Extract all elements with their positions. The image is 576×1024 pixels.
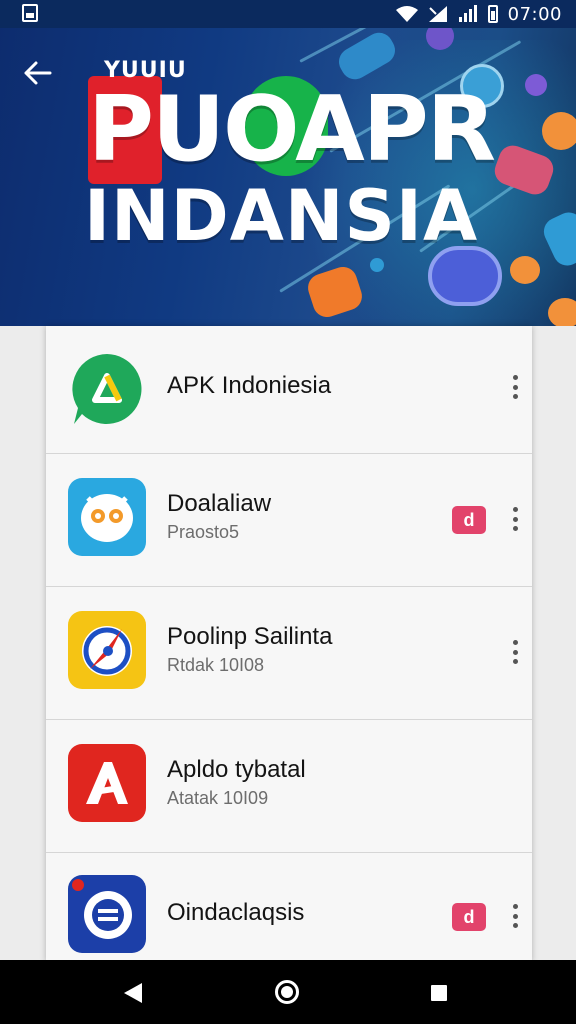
app-list: APK Indoniesia Doalaliaw Praosto5 d Pool… <box>46 326 532 962</box>
status-icons: 07:00 <box>395 2 562 26</box>
owl-face-icon <box>68 478 146 556</box>
app-subtitle: Atatak 10I09 <box>167 788 269 808</box>
nav-recents-icon[interactable] <box>431 985 447 1001</box>
app-badge: d <box>452 506 486 534</box>
banner-decoration-icon <box>510 256 540 284</box>
more-options-button[interactable] <box>506 901 524 931</box>
ring-e-icon <box>68 875 146 953</box>
back-button[interactable] <box>18 56 58 90</box>
status-bar: 07:00 <box>0 0 576 28</box>
banner-decoration-icon <box>548 298 576 326</box>
list-item[interactable]: Oindaclaqsis d <box>46 853 532 962</box>
app-name: APK Indoniesia <box>167 372 332 399</box>
app-name: Apldo tybatal <box>167 756 306 783</box>
list-item[interactable]: Apldo tybatal Atatak 10I09 <box>46 720 532 853</box>
list-item[interactable]: Poolinp Sailinta Rtdak 10I08 <box>46 587 532 720</box>
letter-a-icon <box>68 744 146 822</box>
wifi-icon <box>395 6 418 22</box>
header-banner: YUUIU PUOAPR INDANSIA <box>0 0 576 326</box>
wifi-signal-icon <box>428 6 447 22</box>
banner-decoration-icon <box>542 112 576 150</box>
signal-icon <box>458 5 477 22</box>
more-options-button[interactable] <box>506 372 524 402</box>
list-item[interactable]: APK Indoniesia <box>46 326 532 454</box>
list-item[interactable]: Doalaliaw Praosto5 d <box>46 454 532 587</box>
app-name: Poolinp Sailinta <box>167 623 333 650</box>
nav-back-icon[interactable] <box>122 982 146 1004</box>
banner-decoration-icon <box>525 74 547 96</box>
banner-decoration-icon <box>370 258 384 272</box>
nav-home-icon[interactable] <box>275 980 299 1004</box>
app-name: Doalaliaw <box>167 490 272 517</box>
more-options-button[interactable] <box>506 637 524 667</box>
battery-icon <box>487 5 498 23</box>
status-time: 07:00 <box>507 3 562 25</box>
app-subtitle: Praosto5 <box>167 522 240 542</box>
app-badge: d <box>452 903 486 931</box>
app-subtitle: Rtdak 10I08 <box>167 655 265 675</box>
banner-title-line2: INDANSIA <box>84 175 479 257</box>
banner-title-line1: PUOAPR <box>88 77 496 182</box>
app-name: Oindaclaqsis <box>167 899 305 926</box>
more-options-button[interactable] <box>506 504 524 534</box>
arrow-left-icon <box>24 61 52 85</box>
notification-image-icon <box>22 4 38 22</box>
green-drive-bubble-icon <box>68 350 146 428</box>
navigation-bar <box>0 960 576 1024</box>
banner-small-text: YUUIU <box>104 58 187 83</box>
app-screen: YUUIU PUOAPR INDANSIA 07:00 APK Indonies… <box>0 0 576 1024</box>
compass-pin-icon <box>68 611 146 689</box>
